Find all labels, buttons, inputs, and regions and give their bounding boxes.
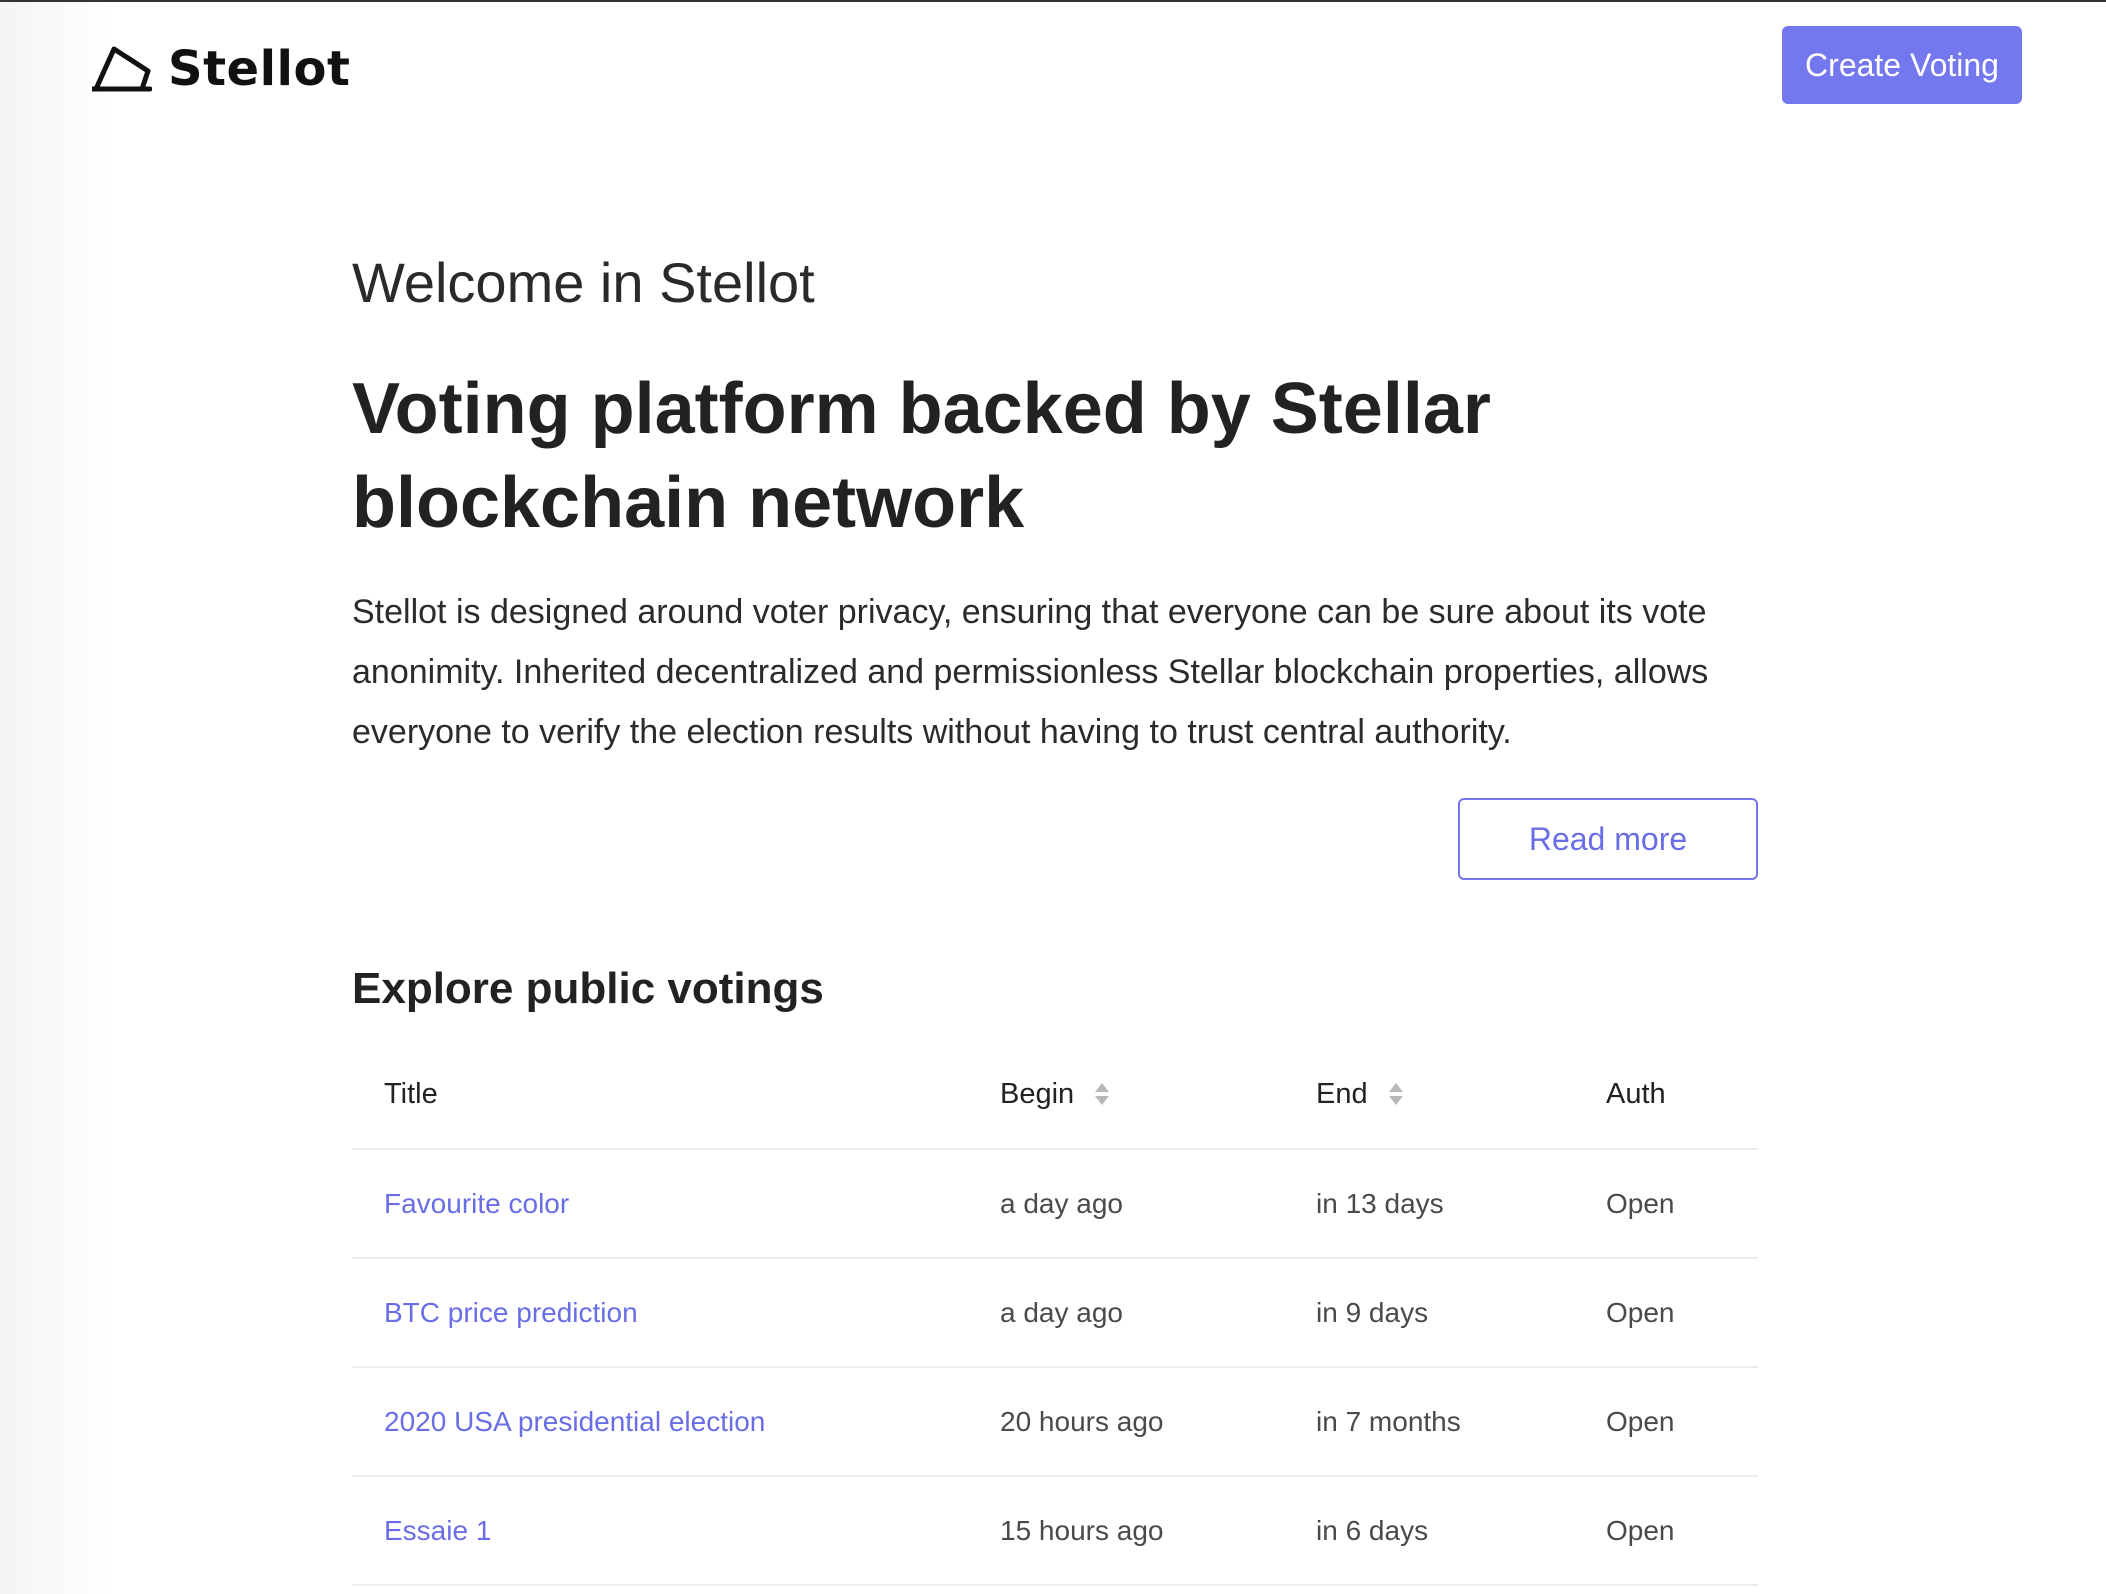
- table-row[interactable]: 2020 USA presidential election 20 hours …: [352, 1368, 1758, 1477]
- intro-description: Stellot is designed around voter privacy…: [352, 593, 1709, 751]
- voting-end: in 7 months: [1316, 1405, 1461, 1437]
- brand-logo[interactable]: Stellot: [92, 41, 351, 97]
- column-title-label: Title: [384, 1077, 438, 1110]
- column-header-end[interactable]: End: [1316, 1040, 1404, 1148]
- explore-votings-heading: Explore public votings: [352, 964, 824, 1013]
- table-header-row: Title Begin End Auth: [352, 1040, 1758, 1150]
- column-begin-label: Begin: [1000, 1077, 1075, 1110]
- column-header-auth: Auth: [1606, 1040, 1666, 1148]
- voting-auth: Open: [1606, 1187, 1675, 1219]
- voting-auth: Open: [1606, 1296, 1675, 1328]
- sort-icon[interactable]: [1094, 1081, 1110, 1107]
- voting-begin: 15 hours ago: [1000, 1514, 1164, 1546]
- voting-begin: 20 hours ago: [1000, 1405, 1164, 1437]
- column-header-title: Title: [384, 1040, 438, 1148]
- table-row[interactable]: Favourite color a day ago in 13 days Ope…: [352, 1150, 1758, 1259]
- column-auth-label: Auth: [1606, 1077, 1666, 1110]
- votings-table: Title Begin End Auth Favourite color a d…: [352, 1040, 1758, 1586]
- welcome-heading: Welcome in Stellot: [352, 251, 815, 314]
- voting-auth: Open: [1606, 1514, 1675, 1546]
- voting-title-link[interactable]: 2020 USA presidential election: [384, 1368, 765, 1475]
- column-end-label: End: [1316, 1077, 1368, 1110]
- brand-name: Stellot: [168, 41, 351, 97]
- read-more-button[interactable]: Read more: [1458, 798, 1758, 880]
- table-row[interactable]: Essaie 1 15 hours ago in 6 days Open: [352, 1477, 1758, 1586]
- top-border: [0, 0, 2106, 2]
- voting-begin: a day ago: [1000, 1296, 1123, 1328]
- table-row[interactable]: BTC price prediction a day ago in 9 days…: [352, 1259, 1758, 1368]
- create-voting-button[interactable]: Create Voting: [1782, 26, 2022, 104]
- voting-end: in 13 days: [1316, 1187, 1444, 1219]
- page-headline: Voting platform backed by Stellar blockc…: [352, 369, 1491, 543]
- voting-end: in 6 days: [1316, 1514, 1429, 1546]
- left-shadow: [0, 2, 110, 1594]
- voting-end: in 9 days: [1316, 1296, 1429, 1328]
- voting-title-link[interactable]: Favourite color: [384, 1150, 569, 1257]
- voting-title-link[interactable]: Essaie 1: [384, 1477, 491, 1584]
- voting-auth: Open: [1606, 1405, 1675, 1437]
- voting-title-link[interactable]: BTC price prediction: [384, 1259, 638, 1366]
- stellot-logo-icon: [92, 46, 152, 92]
- voting-begin: a day ago: [1000, 1187, 1123, 1219]
- sort-icon[interactable]: [1388, 1081, 1404, 1107]
- column-header-begin[interactable]: Begin: [1000, 1040, 1110, 1148]
